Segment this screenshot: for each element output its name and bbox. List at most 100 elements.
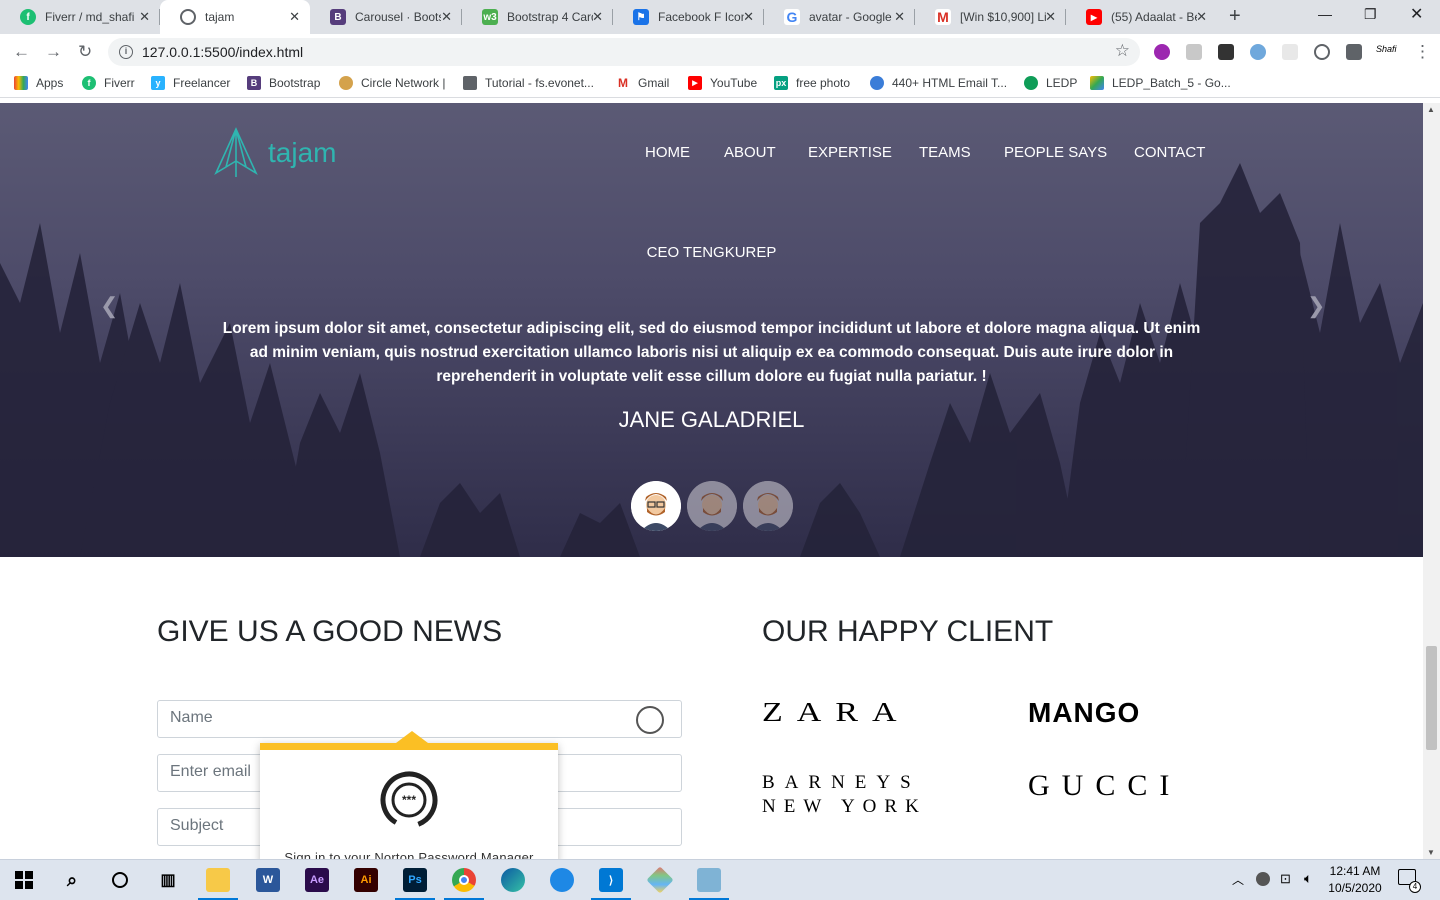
tab-tajam[interactable]: tajam ✕ [160,0,310,34]
windows-start-icon[interactable] [12,868,36,892]
globe-icon [180,9,196,25]
after-effects-icon[interactable]: Ae [305,868,329,892]
network-icon[interactable]: ⊡ [1280,871,1291,887]
nav-expertise[interactable]: EXPERTISE [808,144,892,161]
back-button[interactable]: ← [13,42,30,62]
bookmark-free-photo[interactable]: px free photo [774,76,850,90]
close-icon[interactable]: ✕ [289,9,300,25]
profile-icon[interactable]: Shafi [1376,44,1397,60]
bookmark-ledp[interactable]: LEDP [1024,76,1077,90]
volume-icon[interactable]: 🔈︎ [1304,870,1312,887]
bookmark-ledp-batch[interactable]: LEDP_Batch_5 - Go... [1090,76,1231,90]
address-bar[interactable]: i 127.0.0.1:5500/index.html ☆ [108,38,1140,66]
app-icon[interactable] [550,868,574,892]
task-view-icon[interactable]: ▥ [156,868,180,892]
scroll-down-icon[interactable]: ▼ [1427,848,1435,857]
close-icon[interactable]: ✕ [1196,9,1207,25]
chrome-icon[interactable] [452,868,476,892]
bookmark-circle-network[interactable]: Circle Network | [339,76,445,90]
tab-gmail[interactable]: M [Win $10,900] Life ✕ [915,0,1066,34]
bookmark-gmail[interactable]: M Gmail [616,76,669,90]
tab-google-search[interactable]: G avatar - Google Search ✕ [764,0,915,34]
norton-password-icon[interactable] [636,706,664,734]
close-icon[interactable]: ✕ [894,9,905,25]
bookmark-tutorial[interactable]: Tutorial - fs.evonet... [463,76,594,90]
avatar[interactable] [743,481,793,531]
bookmark-apps[interactable]: Apps [14,76,63,90]
word-icon[interactable]: W [256,868,280,892]
extension-icon[interactable] [1154,44,1170,60]
close-icon[interactable]: ✕ [441,9,452,25]
illustrator-icon[interactable]: Ai [354,868,378,892]
extension-icon[interactable] [1218,44,1234,60]
clock-date: 10/5/2020 [1328,881,1382,895]
page-scrollbar[interactable]: ▲ ▼ [1423,103,1440,859]
carousel-next-icon[interactable]: ❯ [1307,293,1325,319]
chevron-up-icon[interactable]: ︿ [1232,871,1244,888]
tab-title: tajam [205,10,235,24]
system-clock[interactable]: 12:41 AM 10/5/2020 [1322,863,1388,897]
bookmarks-bar: Apps f Fiverr y Freelancer B Bootstrap Circ… [0,70,1440,98]
site-logo[interactable]: tajam [212,127,336,179]
close-icon[interactable]: ✕ [743,9,754,25]
nav-about[interactable]: ABOUT [724,144,776,161]
testimonial-section: tajam HOME ABOUT EXPERTISE TEAMS PEOPLE … [0,103,1423,557]
nav-teams[interactable]: TEAMS [919,144,971,161]
extension-icon[interactable] [1186,44,1202,60]
tab-title: Facebook F Icon [658,10,744,24]
close-icon[interactable]: ✕ [1045,9,1056,25]
barneys-new-york-logo: NEW YORK [762,796,927,817]
scroll-up-icon[interactable]: ▲ [1427,105,1435,114]
close-window-button[interactable]: ✕ [1410,4,1423,24]
logo-text: tajam [268,137,337,168]
close-icon[interactable]: ✕ [592,9,603,25]
tab-bootstrap-cards[interactable]: w3 Bootstrap 4 Cards ✕ [462,0,613,34]
minimize-button[interactable]: — [1318,6,1332,22]
extension-icon[interactable] [1250,44,1266,60]
avatar-image [743,481,793,531]
bookmark-html-email[interactable]: 440+ HTML Email T... [870,76,1007,90]
photoshop-icon[interactable]: Ps [403,868,427,892]
cortana-icon[interactable] [108,868,132,892]
extension-icon[interactable] [1314,44,1330,60]
youtube-icon: ▶ [688,76,702,90]
bookmark-youtube[interactable]: ▶ YouTube [688,76,757,90]
reload-button[interactable]: ↻ [78,42,92,62]
bookmark-label: LEDP_Batch_5 - Go... [1112,76,1231,90]
puzzle-icon[interactable] [1346,44,1362,60]
bookmark-fiverr[interactable]: f Fiverr [82,76,135,90]
bookmark-label: Fiverr [104,76,135,90]
fiverr-icon: f [20,9,36,25]
norton-popup[interactable]: *** Sign in to your Norton Password Mana… [260,731,558,859]
freelancer-icon: y [151,76,165,90]
menu-icon[interactable]: ⋮ [1414,42,1431,62]
new-tab-button[interactable]: + [1229,5,1241,28]
close-icon[interactable]: ✕ [139,9,150,25]
norton-tray-icon[interactable] [1256,872,1270,886]
tab-facebook-icon[interactable]: ⚑ Facebook F Icon ✕ [613,0,764,34]
nav-contact[interactable]: CONTACT [1134,144,1205,161]
avatar[interactable] [631,481,681,531]
avatar[interactable] [687,481,737,531]
restore-button[interactable]: ❐ [1364,6,1377,23]
nav-people-says[interactable]: PEOPLE SAYS [1004,144,1107,161]
scrollbar-thumb[interactable] [1426,646,1437,750]
nav-home[interactable]: HOME [645,144,690,161]
search-icon[interactable]: ⌕ [60,868,84,892]
info-icon[interactable]: i [119,45,133,59]
bookmark-bootstrap[interactable]: B Bootstrap [247,76,320,90]
bootstrap-icon: B [330,9,346,25]
forward-button[interactable]: → [45,42,62,62]
extension-icon[interactable] [1282,44,1298,60]
bookmark-star-icon[interactable]: ☆ [1115,41,1130,61]
bookmark-freelancer[interactable]: y Freelancer [151,76,230,90]
carousel-prev-icon[interactable]: ❮ [100,293,118,319]
file-explorer-icon[interactable] [206,868,230,892]
git-kraken-icon[interactable] [646,866,674,894]
edge-icon[interactable] [501,868,525,892]
tab-fiverr[interactable]: f Fiverr / md_shafi ✕ [0,0,160,34]
notepad-icon[interactable] [697,868,721,892]
vscode-icon[interactable]: ⟩ [599,868,623,892]
tab-youtube[interactable]: ▶ (55) Adaalat - Be ✕ [1066,0,1217,34]
tab-carousel[interactable]: B Carousel · Bootstrap ✕ [310,0,462,34]
